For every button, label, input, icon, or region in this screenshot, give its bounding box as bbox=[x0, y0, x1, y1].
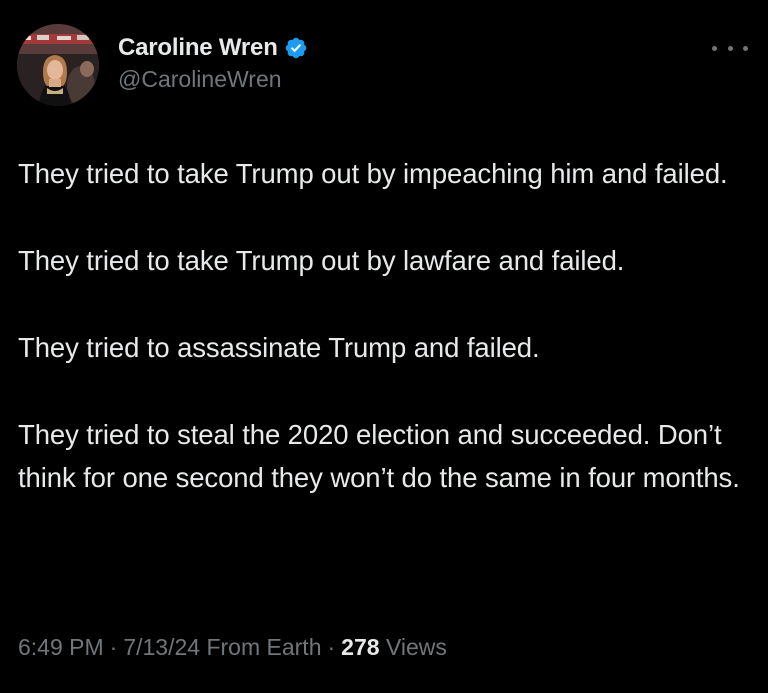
more-dot bbox=[727, 45, 733, 51]
tweet-paragraph: They tried to assassinate Trump and fail… bbox=[18, 332, 540, 363]
author-handle[interactable]: @CarolineWren bbox=[118, 66, 308, 93]
tweet-date[interactable]: 7/13/24 bbox=[123, 634, 200, 660]
meta-separator: · bbox=[109, 634, 118, 660]
tweet-paragraph: They tried to take Trump out by lawfare … bbox=[18, 245, 625, 276]
tweet-source: From Earth bbox=[206, 634, 322, 660]
tweet-text: They tried to take Trump out by impeachi… bbox=[18, 152, 758, 499]
display-name[interactable]: Caroline Wren bbox=[118, 34, 278, 62]
author-name-row: Caroline Wren bbox=[118, 32, 308, 64]
views-label: Views bbox=[385, 634, 447, 660]
verified-badge-icon bbox=[284, 36, 308, 60]
author-block[interactable]: Caroline Wren @CarolineWren bbox=[118, 32, 308, 93]
more-dot bbox=[712, 45, 717, 51]
views-count[interactable]: 278 bbox=[341, 634, 379, 660]
avatar-photo bbox=[17, 24, 99, 106]
tweet-card: Caroline Wren @CarolineWren They tried t… bbox=[0, 0, 768, 693]
more-dot bbox=[743, 45, 748, 51]
tweet-metadata: 6:49 PM · 7/13/24 From Earth · 278 Views bbox=[18, 634, 447, 661]
more-options-icon[interactable] bbox=[712, 40, 748, 56]
avatar[interactable] bbox=[17, 24, 99, 106]
meta-separator: · bbox=[327, 634, 336, 660]
tweet-paragraph: They tried to take Trump out by impeachi… bbox=[18, 158, 728, 189]
tweet-paragraph: They tried to steal the 2020 election an… bbox=[18, 419, 740, 493]
tweet-time[interactable]: 6:49 PM bbox=[18, 634, 104, 660]
